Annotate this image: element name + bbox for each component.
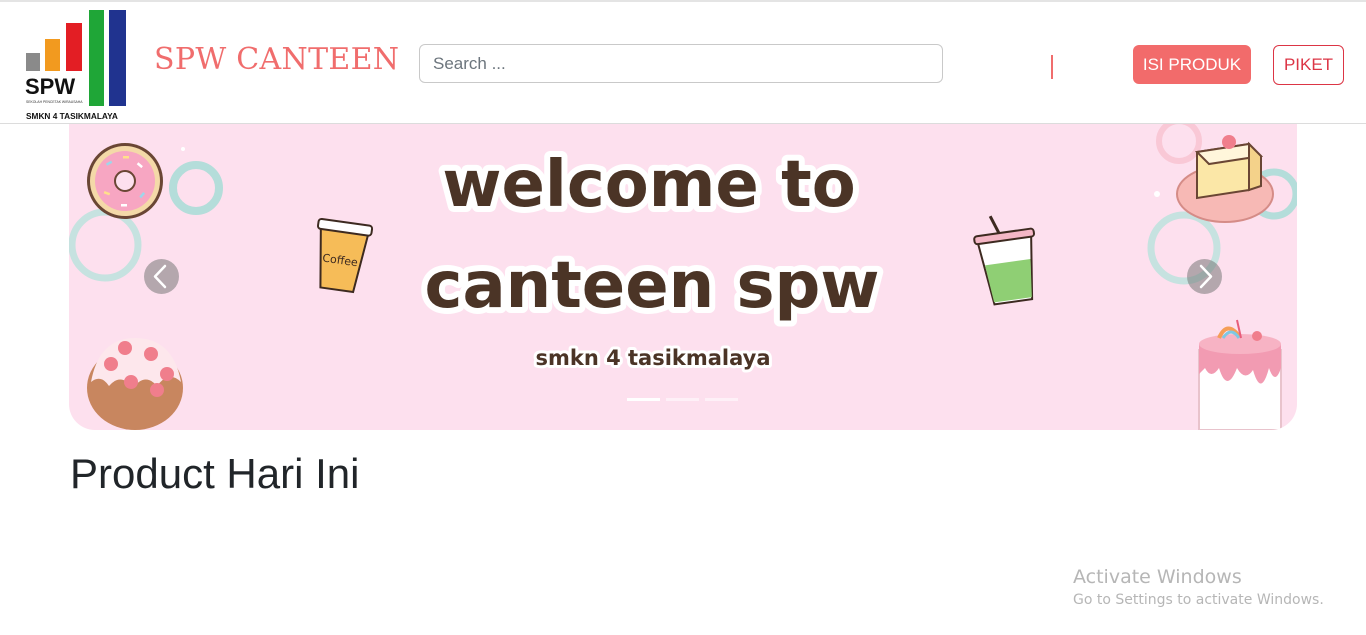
ring-decoration [1156,124,1202,164]
logo-school: SMKN 4 TASIKMALAYA [26,111,118,120]
drip-cake-illustration [1198,319,1282,430]
cake-slice-illustration [1176,135,1274,223]
carousel-prev-button[interactable] [144,259,179,294]
carousel-indicators [627,398,739,402]
hero-carousel: Coffee welcome to canteen spw smkn 4 tas… [69,124,1297,430]
navbar: SPW SEKOLAH PENCETAK WIRAUSAHA SMKN 4 TA… [0,2,1366,124]
logo-text: SPW [25,74,75,99]
banner-line-2: canteen spw [425,249,880,323]
windows-activation-subtitle: Go to Settings to activate Windows. [1073,592,1324,608]
section-title: Product Hari Ini [70,450,360,497]
nav-divider [1051,55,1053,79]
banner-subtitle: smkn 4 tasikmalaya [535,346,770,370]
isi-produk-button[interactable]: ISI PRODUK [1133,45,1251,84]
chevron-left-icon [153,264,167,289]
carousel-next-button[interactable] [1187,259,1222,294]
carousel-indicator-1[interactable] [627,398,660,401]
donut-illustration [87,143,163,219]
logo-tagline: SEKOLAH PENCETAK WIRAUSAHA [26,100,83,104]
welcome-banner: Coffee welcome to canteen spw smkn 4 tas… [69,124,1297,430]
ring-decoration [69,208,142,282]
carousel-indicator-3[interactable] [705,398,738,401]
coffee-cup-illustration: Coffee [316,217,374,294]
piket-button[interactable]: PIKET [1273,45,1344,85]
drink-illustration [973,215,1035,306]
brand-title[interactable]: SPW CANTEEN [154,42,399,77]
chevron-right-icon [1199,264,1213,289]
windows-activation-title: Activate Windows [1073,566,1242,588]
search-input[interactable] [419,44,943,83]
strawberry-cake-illustration [87,338,183,430]
carousel-indicator-2[interactable] [666,398,699,401]
banner-line-1: welcome to [442,148,855,222]
ring-decoration [169,161,223,215]
spw-logo[interactable]: SPW SEKOLAH PENCETAK WIRAUSAHA SMKN 4 TA… [22,8,132,121]
